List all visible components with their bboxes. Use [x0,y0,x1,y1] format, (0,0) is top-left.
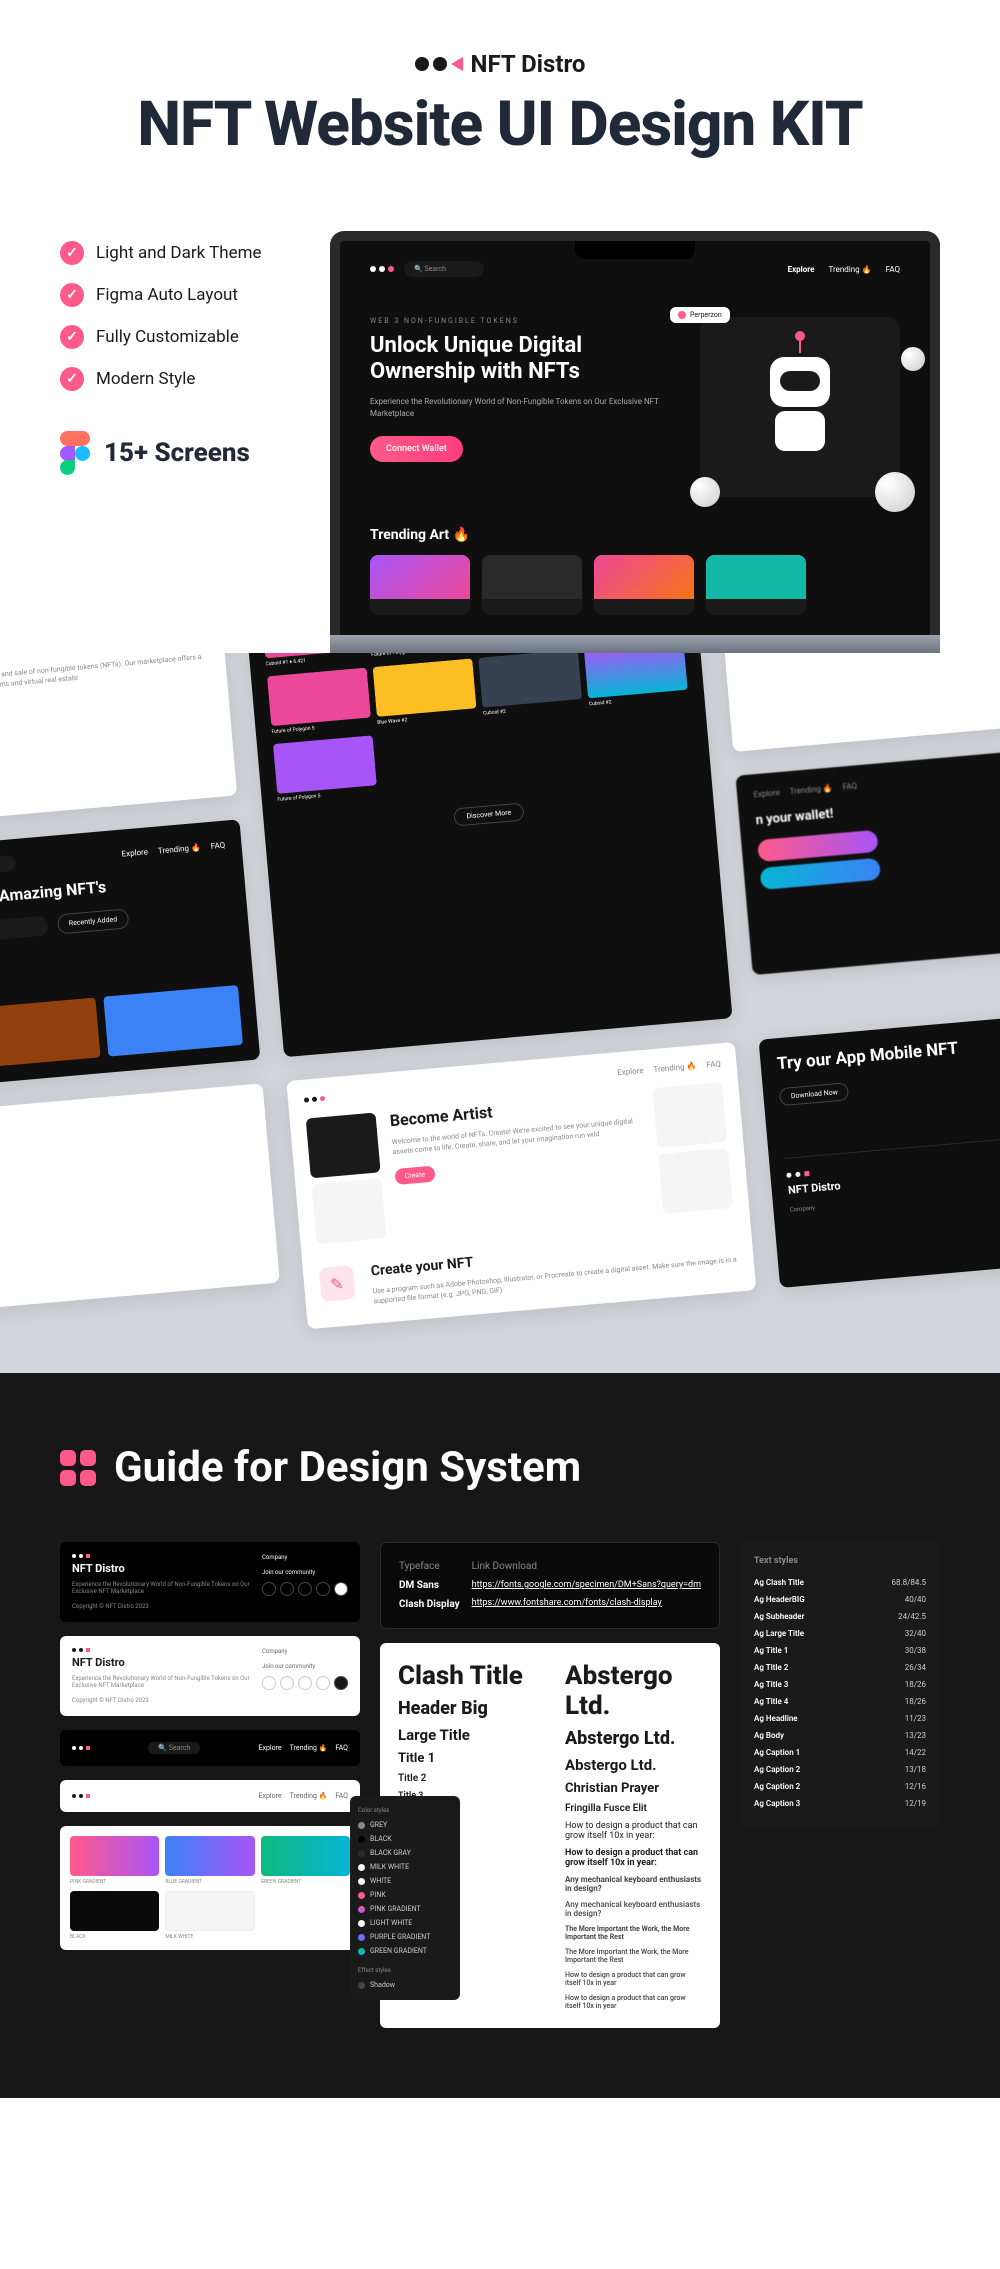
feature-item: ✓ Figma Auto Layout [60,283,300,307]
color-styles-dropdown[interactable]: Color styles GREY BLACK BLACK GRAY MILK … [350,1796,460,2000]
trending-card[interactable] [370,555,470,615]
recently-added-button[interactable]: Recently Added [57,908,129,934]
figma-icon [60,431,90,475]
trending-card[interactable] [706,555,806,615]
mockup-auction: ExploreTrending 🔥 Michael 1h 12m 14s [716,653,1000,752]
laptop-notch [575,241,695,259]
laptop-mockup: 🔍 Search Explore Trending 🔥 FAQ WEB 3 NO… [330,231,940,653]
feature-item: ✓ Light and Dark Theme [60,241,300,265]
wallet-option-button[interactable] [760,858,881,890]
feature-text: Modern Style [96,369,195,389]
nft-card[interactable]: Cuboid #2 [584,653,689,710]
creator-badge[interactable]: Perperzon [670,307,730,323]
mockup-wallet: ExploreTrending 🔥FAQ n your wallet! [736,737,1000,976]
brand-logo: NFT Distro [60,50,940,78]
search-input[interactable]: 🔍 Search [404,261,484,277]
check-icon: ✓ [60,283,84,307]
robot-illustration [760,357,840,457]
typeface-card: Typeface DM Sans Clash Display Link Down… [380,1542,720,1629]
feature-text: Fully Customizable [96,327,239,347]
company-title: Company [0,1101,249,1156]
mockup-company: Company [0,1083,280,1322]
connect-wallet-button[interactable]: Connect Wallet [370,436,463,462]
nft-card[interactable]: Future of Polygon 5 [273,735,378,805]
laptop-hero-title: Unlock Unique Digital Ownership with NFT… [370,333,680,386]
laptop-base [330,635,940,653]
check-icon: ✓ [60,241,84,265]
mockup-discover: 🔍 SearchExploreTrending 🔥FAQ Discover Am… [0,819,260,1098]
download-button[interactable]: Download Now [779,1082,849,1106]
feature-text: Figma Auto Layout [96,285,238,305]
screens-count: 15+ Screens [104,438,250,468]
footer-preview-light: NFT Distro Experience the Revolutionary … [60,1636,360,1716]
logo-dots-icon [370,266,394,272]
discover-more-button[interactable]: Discover More [453,802,525,826]
hero-title: NFT Website UI Design KIT [60,88,940,161]
brand-name: NFT Distro [471,50,586,78]
guide-squares-icon [60,1450,96,1486]
check-icon: ✓ [60,325,84,349]
font-link[interactable]: https://www.fontshare.com/fonts/clash-di… [472,1598,701,1608]
feature-text: Light and Dark Theme [96,243,262,263]
font-link[interactable]: https://fonts.google.com/specimen/DM+San… [472,1580,701,1590]
create-button[interactable]: Create [394,1165,436,1184]
wallet-option-button[interactable] [757,830,878,862]
nft-preview-card: Perperzon [700,317,900,497]
laptop-hero-desc: Experience the Revolutionary World of No… [370,396,680,420]
nft-card[interactable]: Blue Wave #2 [372,658,477,728]
mockup-about: NFT MARKETPLACE About our Company NFT Di… [0,653,237,835]
feature-item: ✓ Fully Customizable [60,325,300,349]
nft-card[interactable]: Future of Polygon 5 [267,668,372,738]
trending-heading: Trending Art 🔥 [370,527,900,543]
trending-card[interactable] [594,555,694,615]
feature-item: ✓ Modern Style [60,367,300,391]
trending-card[interactable] [482,555,582,615]
text-styles-panel: Text styles Ag Clash Title68.8/84.5 Ag H… [740,1542,940,1826]
search-bar[interactable]: 🔍 Search [0,915,49,946]
footer-preview-dark: NFT Distro Experience the Revolutionary … [60,1542,360,1622]
mockup-app: Try our App Mobile NFT Download Now NFT … [759,1001,1000,1288]
hero-supertext: WEB 3 NON-FUNGIBLE TOKENS [370,317,680,325]
nav-explore[interactable]: Explore [788,265,815,274]
nav-faq[interactable]: FAQ [886,265,900,274]
brush-icon: ✎ [318,1265,355,1302]
about-desc: We are a cutting-edge company focused on… [0,653,210,708]
brand-dots-icon [415,57,463,71]
search-input[interactable]: 🔍 Search [0,855,16,878]
nav-trending[interactable]: Trending 🔥 [828,265,871,274]
nft-card[interactable]: Cuboid #2 [478,653,583,720]
figma-row: 15+ Screens [60,431,300,475]
mockup-artist: ExploreTrending 🔥FAQ Become Artist Welco… [286,1042,757,1329]
nav-preview-dark: 🔍 SearchExploreTrending 🔥FAQ [60,1730,360,1766]
color-swatches-panel: PINK GRADIENT BLUE GRADIENT GREEN GRADIE… [60,1826,360,1950]
nft-card[interactable]: Cuboid #1 ♦ 6.421 [261,653,366,670]
nav-preview-light: ExploreTrending 🔥FAQ [60,1780,360,1812]
guide-title: Guide for Design System [114,1443,581,1492]
check-icon: ✓ [60,367,84,391]
mockup-nft-grid: Cuboid #1 ♦ 6.421 Future of Polygon 5 Bl… [243,653,732,1057]
